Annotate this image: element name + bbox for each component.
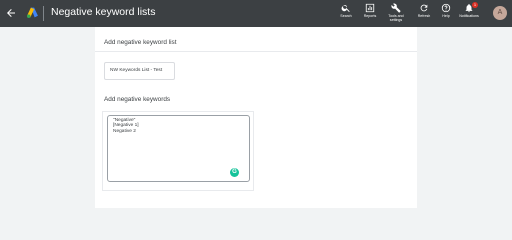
keywords-card: "Negative" [Negative 1] Negative 2 G xyxy=(102,111,254,191)
help-button[interactable]: Help xyxy=(434,3,458,18)
list-name-field[interactable]: NW Keywords List - Test xyxy=(104,62,175,80)
google-ads-logo-icon[interactable] xyxy=(26,6,39,19)
section-divider xyxy=(95,51,417,52)
form-panel: Add negative keyword list NW Keywords Li… xyxy=(95,27,417,208)
add-keywords-section-title: Add negative keywords xyxy=(104,96,171,103)
tools-and-settings-button[interactable]: Tools and settings xyxy=(384,3,408,22)
keyword-line: Negative 2 xyxy=(113,128,136,134)
header-divider xyxy=(43,6,44,21)
tools-label: Tools and settings xyxy=(388,14,404,22)
page-title: Negative keyword lists xyxy=(51,6,156,18)
reports-label: Reports xyxy=(363,14,377,18)
refresh-button[interactable]: Refresh xyxy=(412,3,436,18)
negative-keywords-textarea[interactable]: "Negative" [Negative 1] Negative 2 G xyxy=(107,115,250,182)
reports-button[interactable]: Reports xyxy=(358,3,382,18)
grammarly-icon[interactable]: G xyxy=(230,168,239,177)
refresh-icon xyxy=(420,4,428,12)
refresh-label: Refresh xyxy=(417,14,431,18)
top-app-bar: Negative keyword lists Search Reports To… xyxy=(0,0,512,27)
search-icon xyxy=(341,5,350,12)
avatar[interactable]: A xyxy=(493,6,507,20)
notifications-button[interactable]: 1 Notifications xyxy=(457,2,481,18)
help-icon xyxy=(441,3,451,13)
add-list-section-title: Add negative keyword list xyxy=(104,39,177,46)
search-label: Search xyxy=(340,14,352,18)
notifications-label: Notifications xyxy=(459,14,479,18)
reports-icon xyxy=(365,3,375,13)
help-label: Help xyxy=(442,14,450,18)
search-button[interactable]: Search xyxy=(334,3,358,18)
arrow-back-icon[interactable] xyxy=(5,7,17,19)
notification-badge: 1 xyxy=(472,2,478,8)
wrench-icon xyxy=(391,3,401,13)
